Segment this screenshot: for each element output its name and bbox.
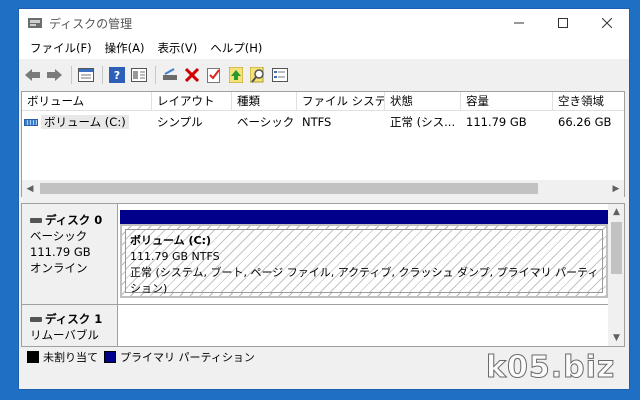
column-header-status[interactable]: 状態 [385,92,461,111]
scroll-right-icon[interactable]: ▶ [608,180,624,197]
column-header-type[interactable]: 種類 [232,92,297,111]
disk-management-icon [28,18,42,28]
disk-pane: ディスク 0 ベーシック 111.79 GB オンライン ボリューム (C:) … [21,203,625,347]
properties-button[interactable] [76,65,96,85]
watermark: k05.biz [485,350,616,386]
list-icon [272,68,288,82]
disk-0-size: 111.79 GB [30,245,91,259]
properties-icon [78,68,94,82]
minimize-button[interactable] [497,9,541,37]
maximize-button[interactable] [541,9,585,37]
window-title: ディスクの管理 [49,16,133,31]
toolbar-separator [102,66,103,84]
unallocated-swatch [27,351,39,363]
forward-button[interactable] [45,65,65,85]
partition-c-details: ボリューム (C:) 111.79 GB NTFS 正常 (システム, ブート,… [125,229,603,295]
refresh-button[interactable] [226,65,246,85]
search-button[interactable] [248,65,268,85]
disk-1-type: リムーバブル (F:) [30,328,99,346]
list-button[interactable] [270,65,290,85]
partition-c[interactable]: ボリューム (C:) 111.79 GB NTFS 正常 (システム, ブート,… [120,224,608,298]
scroll-down-icon[interactable]: ▼ [608,330,624,346]
column-header-volume[interactable]: ボリューム [22,92,152,111]
check-button[interactable] [204,65,224,85]
scrollbar-thumb[interactable] [40,183,538,194]
disk-icon [30,317,42,322]
disk-0-name: ディスク 0 [45,213,103,227]
partition-status: 正常 (システム, ブート, ページ ファイル, アクティブ, クラッシュ ダン… [130,266,599,295]
disk-0-partitions: ボリューム (C:) 111.79 GB NTFS 正常 (システム, ブート,… [120,204,608,298]
column-header-layout[interactable]: レイアウト [152,92,232,111]
column-header-filesystem[interactable]: ファイル システム [297,92,385,111]
scroll-left-icon[interactable]: ◀ [22,180,38,197]
delete-icon [185,68,199,82]
legend-primary-partition: プライマリ パーティション [120,351,255,364]
table-row[interactable]: ボリューム (C:) シンプル ベーシック NTFS 正常 (シス... 111… [22,113,624,131]
search-icon [250,67,264,83]
menu-action[interactable]: 操作(A) [100,40,150,56]
forward-arrow-icon [47,69,62,81]
maximize-icon [558,18,568,28]
back-button[interactable] [23,65,43,85]
volume-icon [24,119,38,126]
disk-icon [30,218,42,223]
menu-view[interactable]: 表示(V) [152,40,202,56]
title-bar: ディスクの管理 [19,9,629,37]
back-arrow-icon [25,69,40,81]
toolbar-separator [155,66,156,84]
connect-button[interactable] [160,65,180,85]
volume-name: ボリューム (C:) [41,115,129,129]
status-cell: 正常 (シス... [390,115,456,129]
menu-file[interactable]: ファイル(F) [25,40,97,56]
volume-list: ボリューム レイアウト 種類 ファイル システム 状態 容量 空き領域 ボリュー… [21,91,625,197]
menu-help[interactable]: ヘルプ(H) [205,40,267,56]
toolbar-separator [71,66,72,84]
help-button[interactable]: ? [107,65,127,85]
layout-cell: シンプル [157,115,203,129]
delete-button[interactable] [182,65,202,85]
toolbar: ? [19,61,629,89]
filesystem-cell: NTFS [302,115,332,129]
help-icon: ? [109,67,125,83]
free-space-cell: 66.26 GB [558,115,612,129]
column-header-free-space[interactable]: 空き領域 [553,92,624,111]
scroll-up-icon[interactable]: ▲ [608,204,624,220]
vertical-scrollbar[interactable]: ▲ ▼ [608,204,624,346]
partition-name: ボリューム (C:) [130,234,212,247]
menu-bar: ファイル(F) 操作(A) 表示(V) ヘルプ(H) [19,37,629,59]
horizontal-scrollbar[interactable]: ◀ ▶ [22,180,624,197]
volume-name-cell: ボリューム (C:) [22,113,152,131]
svg-text:?: ? [114,69,120,82]
legend-unallocated: 未割り当て [43,351,98,364]
column-header-capacity[interactable]: 容量 [461,92,553,111]
view-button[interactable] [129,65,149,85]
partition-size-fs: 111.79 GB NTFS [130,250,220,263]
disk-0-state: オンライン [30,261,88,275]
primary-partition-bar [120,210,608,224]
check-icon [207,68,220,83]
minimize-icon [514,22,524,24]
disk-1-info[interactable]: ディスク 1 リムーバブル (F:) [22,305,118,346]
volume-list-header: ボリューム レイアウト 種類 ファイル システム 状態 容量 空き領域 [22,92,624,111]
connect-icon [163,68,177,80]
scrollbar-thumb[interactable] [611,222,622,274]
disk-1-row: ディスク 1 リムーバブル (F:) [22,304,608,346]
disk-1-name: ディスク 1 [45,312,103,326]
primary-partition-swatch [104,351,116,363]
disk-0-info[interactable]: ディスク 0 ベーシック 111.79 GB オンライン [22,204,118,304]
view-icon [131,68,147,82]
type-cell: ベーシック [237,115,295,129]
disk-0-type: ベーシック [30,229,88,243]
close-button[interactable] [585,9,629,37]
disk-management-window: ディスクの管理 ファイル(F) 操作(A) 表示(V) ヘルプ(H) ? ボリュ… [18,8,630,390]
capacity-cell: 111.79 GB [466,115,527,129]
refresh-icon [229,67,243,83]
close-icon [602,18,612,28]
